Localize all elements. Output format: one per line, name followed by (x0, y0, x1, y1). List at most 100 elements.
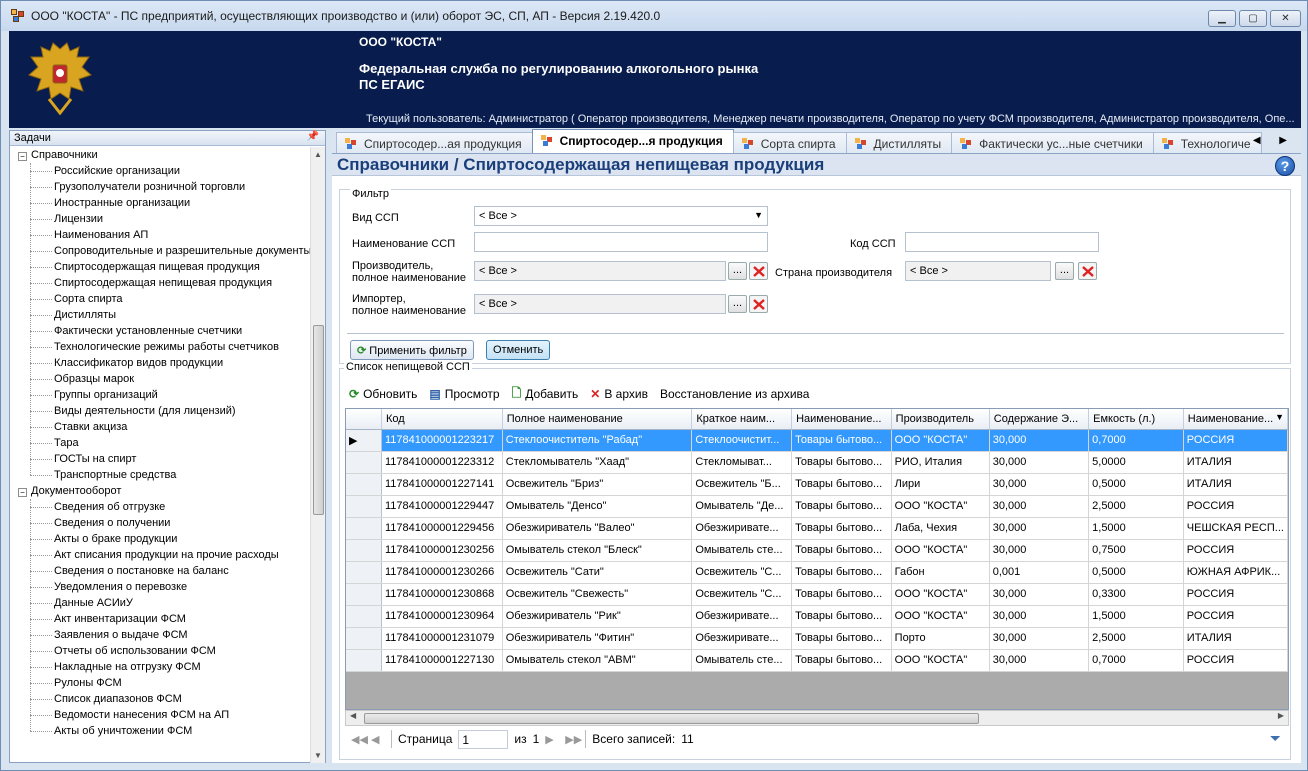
collapse-icon[interactable]: − (18, 488, 27, 497)
table-row[interactable]: 117841000001230868 Освежитель "Свежесть" О… (346, 583, 1288, 606)
add-button[interactable]: 🗋 Добавить (512, 384, 579, 405)
column-header[interactable]: Краткое наим... (691, 409, 793, 430)
tree-item[interactable]: ГОСТы на спирт (10, 451, 312, 467)
tree-item[interactable]: Список диапазонов ФСМ (10, 691, 312, 707)
row-header[interactable] (346, 517, 382, 540)
tab-item[interactable]: Фактически ус...ные счетчики (951, 132, 1154, 153)
tree-item[interactable]: Российские организации (10, 163, 312, 179)
tree-item[interactable]: Образцы марок (10, 371, 312, 387)
row-header[interactable] (346, 451, 382, 474)
importer-input[interactable]: < Все > (474, 294, 726, 314)
pin-icon[interactable]: 📌 (307, 131, 319, 142)
table-row[interactable]: 117841000001230266 Освежитель "Сати" Освеж… (346, 561, 1288, 584)
tab-item[interactable]: Технологиче (1152, 132, 1262, 153)
column-header[interactable]: Емкость (л.) (1088, 409, 1184, 430)
tree-item[interactable]: Сведения о получении (10, 515, 312, 531)
tasks-scrollbar[interactable]: ▲ ▼ (310, 147, 325, 763)
table-row[interactable]: 117841000001229447 Омыватель "Денсо" Омыва… (346, 495, 1288, 518)
importer-clear-icon[interactable] (749, 295, 768, 313)
importer-browse-button[interactable]: ... (728, 295, 747, 313)
tree-item[interactable]: Сопроводительные и разрешительные докуме… (10, 243, 312, 259)
prev-page-button[interactable]: ◀ (371, 733, 385, 746)
scroll-up-icon[interactable]: ▲ (311, 147, 325, 162)
tree-item[interactable]: Сведения о постановке на баланс (10, 563, 312, 579)
table-row[interactable]: 117841000001231079 Обезжириватель "Фитин"… (346, 627, 1288, 650)
scroll-right-icon[interactable]: ▶ (1278, 711, 1284, 720)
tree-item[interactable]: Акт списания продукции на прочие расходы (10, 547, 312, 563)
tree-item[interactable]: Отчеты об использовании ФСМ (10, 643, 312, 659)
column-header[interactable]: Производитель (891, 409, 990, 430)
tree-item[interactable]: Акты о браке продукции (10, 531, 312, 547)
next-page-button[interactable]: ▶ (545, 733, 559, 746)
apply-filter-button[interactable]: ⟳ Применить фильтр (350, 340, 474, 360)
tree-item[interactable]: Виды деятельности (для лицензий) (10, 403, 312, 419)
tree-group[interactable]: − Документооборот (10, 483, 312, 499)
table-row[interactable]: 117841000001230256 Омыватель стекол "Блес… (346, 539, 1288, 562)
column-header[interactable]: Наименование... (1183, 409, 1288, 430)
producer-input[interactable]: < Все > (474, 261, 726, 281)
column-header[interactable]: Полное наименование (502, 409, 693, 430)
vid-select[interactable]: < Все > (474, 206, 768, 226)
last-page-button[interactable]: ▶▶ (565, 733, 582, 746)
tree-item[interactable]: Акт инвентаризации ФСМ (10, 611, 312, 627)
country-input[interactable]: < Все > (905, 261, 1051, 281)
refresh-button[interactable]: ⟳ Обновить (349, 387, 417, 401)
tab-item[interactable]: Спиртосодер...ая продукция (336, 132, 533, 153)
row-header[interactable] (346, 627, 382, 650)
tab-item[interactable]: Спиртосодер...я продукция (531, 129, 734, 153)
row-header[interactable] (346, 495, 382, 518)
first-page-button[interactable]: ◀◀ (351, 733, 368, 746)
archive-button[interactable]: ✕ В архив (590, 387, 648, 401)
scroll-thumb[interactable] (313, 325, 324, 515)
tree-item[interactable]: Сорта спирта (10, 291, 312, 307)
table-row[interactable]: 117841000001227130 Омыватель стекол "АВМ"… (346, 649, 1288, 672)
row-header[interactable] (346, 473, 382, 496)
tree-item[interactable]: Ставки акциза (10, 419, 312, 435)
row-header[interactable] (346, 649, 382, 672)
scroll-left-icon[interactable]: ◀ (350, 711, 356, 720)
tree-item[interactable]: Дистилляты (10, 307, 312, 323)
column-header[interactable]: Содержание Э... (989, 409, 1090, 430)
page-input[interactable]: 1 (458, 729, 509, 749)
tree-item[interactable]: Группы организаций (10, 387, 312, 403)
table-row[interactable]: 117841000001229456 Обезжириватель "Валео"… (346, 517, 1288, 540)
maximize-button[interactable]: ▢ (1239, 10, 1267, 27)
view-button[interactable]: ▤ Просмотр (429, 387, 499, 401)
tree-item[interactable]: Уведомления о перевозке (10, 579, 312, 595)
code-input[interactable] (905, 232, 1099, 252)
row-header[interactable] (346, 561, 382, 584)
tree-item[interactable]: Классификатор видов продукции (10, 355, 312, 371)
tree-item[interactable]: Транспортные средства (10, 467, 312, 483)
tree-item[interactable]: Спиртосодержащая непищевая продукция (10, 275, 312, 291)
table-row[interactable]: 117841000001223312 Стекломыватель "Хаад" С… (346, 451, 1288, 474)
tree-item[interactable]: Спиртосодержащая пищевая продукция (10, 259, 312, 275)
tree-item[interactable]: Ведомости нанесения ФСМ на АП (10, 707, 312, 723)
name-input[interactable] (474, 232, 768, 252)
tree-item[interactable]: Накладные на отгрузку ФСМ (10, 659, 312, 675)
tree-item[interactable]: Акты об уничтожении ФСМ (10, 723, 312, 739)
tree-group[interactable]: − Справочники (10, 147, 312, 163)
tree-item[interactable]: Технологические режимы работы счетчиков (10, 339, 312, 355)
table-row[interactable]: 117841000001230964 Обезжириватель "Рик" Об… (346, 605, 1288, 628)
row-header[interactable] (346, 605, 382, 628)
tree-item[interactable]: Тара (10, 435, 312, 451)
tab-item[interactable]: Дистилляты (845, 132, 953, 153)
close-button[interactable]: ✕ (1270, 10, 1301, 27)
tree-item[interactable]: Грузополучатели розничной торговли (10, 179, 312, 195)
scroll-down-icon[interactable]: ▼ (311, 748, 325, 763)
tree-item[interactable]: Сведения об отгрузке (10, 499, 312, 515)
table-row[interactable]: 117841000001227141 Освежитель "Бриз" Освеж… (346, 473, 1288, 496)
country-browse-button[interactable]: ... (1055, 262, 1074, 280)
tree-item[interactable]: Лицензии (10, 211, 312, 227)
column-header[interactable]: Код (381, 409, 503, 430)
column-header[interactable]: Наименование... (791, 409, 892, 430)
tree-item[interactable]: Фактически установленные счетчики (10, 323, 312, 339)
tree-item[interactable]: Наименования АП (10, 227, 312, 243)
row-header[interactable] (346, 539, 382, 562)
grid-hscrollbar[interactable]: ◀ ▶ (345, 710, 1289, 726)
filter-funnel-icon[interactable]: ⏷ (1270, 730, 1281, 747)
tree-item[interactable]: Данные АСИиУ (10, 595, 312, 611)
tab-item[interactable]: Сорта спирта (732, 132, 847, 153)
cancel-filter-button[interactable]: Отменить (486, 340, 551, 360)
collapse-icon[interactable]: − (18, 152, 27, 161)
